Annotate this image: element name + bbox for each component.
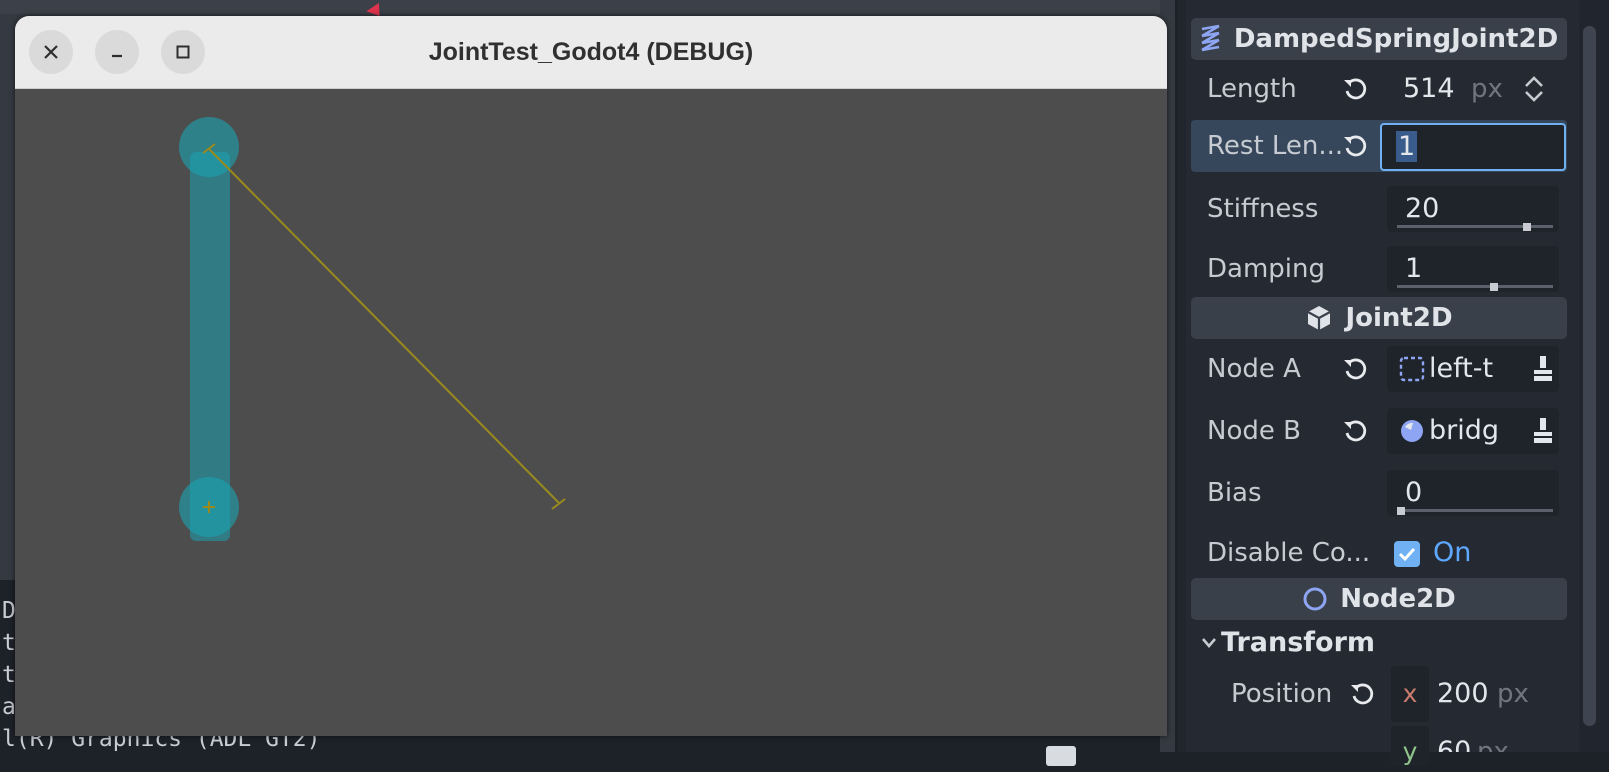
property-label: Stiffness <box>1207 194 1319 224</box>
axis-x-label: x <box>1402 679 1418 708</box>
position-x-field[interactable]: 200 px <box>1431 666 1561 722</box>
console-line: t <box>2 630 16 656</box>
window-titlebar[interactable]: JointTest_Godot4 (DEBUG) <box>15 16 1167 89</box>
bias-slider[interactable]: 0 <box>1387 470 1559 516</box>
spring-joint-line <box>208 148 560 504</box>
property-bias: Bias 0 <box>1191 464 1567 522</box>
section-joint2d[interactable]: Joint2D <box>1191 297 1567 339</box>
slider-track <box>1397 285 1553 288</box>
disable-collision-checkbox[interactable]: On <box>1387 530 1559 576</box>
property-label: Damping <box>1207 254 1325 284</box>
property-length: Length 514 px <box>1191 60 1567 118</box>
revert-icon[interactable] <box>1341 417 1369 445</box>
property-label: Position <box>1231 679 1333 709</box>
position-y-field[interactable]: 60 px <box>1431 726 1561 752</box>
property-label: Length <box>1207 74 1297 104</box>
section-damped-spring-joint[interactable]: DampedSpringJoint2D <box>1191 18 1567 60</box>
game-window: JointTest_Godot4 (DEBUG) <box>15 16 1167 736</box>
clear-brush-icon[interactable] <box>1529 354 1557 384</box>
background-toolbar <box>0 0 1160 14</box>
node-b-value: bridg <box>1429 415 1500 446</box>
property-label: Bias <box>1207 478 1262 508</box>
slider-knob[interactable] <box>1397 507 1405 515</box>
slider-track <box>1397 509 1553 512</box>
static-body-icon <box>1399 356 1425 382</box>
rigid-body-icon <box>1401 420 1423 442</box>
background-panel-icon <box>1046 746 1076 766</box>
clear-brush-icon[interactable] <box>1529 416 1557 446</box>
disable-collision-value: On <box>1433 537 1472 568</box>
stiffness-slider[interactable]: 20 <box>1387 186 1559 232</box>
axis-y-badge: y <box>1391 726 1429 766</box>
subsection-title: Transform <box>1221 627 1376 658</box>
position-x-value: 200 <box>1437 678 1489 709</box>
property-label: Node B <box>1207 416 1301 446</box>
property-stiffness: Stiffness 20 <box>1191 180 1567 238</box>
property-position: Position x 200 px y 60 px <box>1191 664 1567 766</box>
node-b-path-field[interactable]: bridg <box>1387 408 1559 454</box>
slider-knob[interactable] <box>1490 283 1499 291</box>
top-anchor-circle <box>179 117 239 177</box>
console-line: D <box>2 598 16 624</box>
property-disable-collision: Disable Co... On <box>1191 524 1567 582</box>
property-label: Rest Len... <box>1207 131 1344 161</box>
rest-length-value: 1 <box>1396 131 1418 162</box>
position-x-unit: px <box>1497 679 1529 709</box>
length-value: 514 <box>1403 73 1455 104</box>
damping-slider[interactable]: 1 <box>1387 246 1559 292</box>
revert-icon[interactable] <box>1341 355 1369 383</box>
property-damping: Damping 1 <box>1191 240 1567 298</box>
property-label: Node A <box>1207 354 1301 384</box>
node-a-path-field[interactable]: left-t <box>1387 346 1559 392</box>
spring-end-bottom <box>551 498 566 510</box>
rest-length-input[interactable]: 1 <box>1380 123 1566 171</box>
length-spinbox[interactable]: 514 px <box>1387 66 1559 112</box>
revert-icon[interactable] <box>1341 75 1369 103</box>
section-title: Node2D <box>1340 584 1456 614</box>
section-node2d[interactable]: Node2D <box>1191 578 1567 620</box>
property-node-a: Node A left-t <box>1191 338 1567 400</box>
property-rest-length: Rest Len... 1 <box>1191 120 1567 172</box>
position-y-unit: px <box>1477 737 1509 752</box>
property-node-b: Node B bridg <box>1191 400 1567 462</box>
spinner-arrows-icon[interactable] <box>1523 74 1545 104</box>
subsection-transform[interactable]: Transform <box>1191 622 1567 664</box>
checkbox-checked-icon[interactable] <box>1393 540 1421 568</box>
slider-knob[interactable] <box>1522 223 1531 231</box>
length-unit: px <box>1471 74 1503 104</box>
cube-icon <box>1305 304 1333 332</box>
console-line: t <box>2 662 16 688</box>
console-line: a <box>2 694 16 720</box>
inspector-scrollbar[interactable] <box>1583 26 1596 726</box>
window-title: JointTest_Godot4 (DEBUG) <box>428 38 754 66</box>
node-a-value: left-t <box>1429 353 1494 384</box>
property-label: Disable Co... <box>1207 538 1371 568</box>
game-viewport[interactable] <box>15 89 1167 736</box>
axis-y-label: y <box>1402 737 1418 766</box>
scrollbar-thumb[interactable] <box>1583 26 1596 726</box>
spring-joint-icon <box>1200 24 1222 54</box>
section-title: DampedSpringJoint2D <box>1233 24 1559 54</box>
revert-icon[interactable] <box>1348 680 1376 708</box>
node2d-icon <box>1302 586 1328 612</box>
position-y-value: 60 <box>1437 736 1472 752</box>
revert-icon[interactable] <box>1341 132 1369 160</box>
chevron-down-icon[interactable] <box>1201 636 1217 650</box>
axis-x-badge: x <box>1391 666 1429 722</box>
section-title: Joint2D <box>1345 303 1453 333</box>
